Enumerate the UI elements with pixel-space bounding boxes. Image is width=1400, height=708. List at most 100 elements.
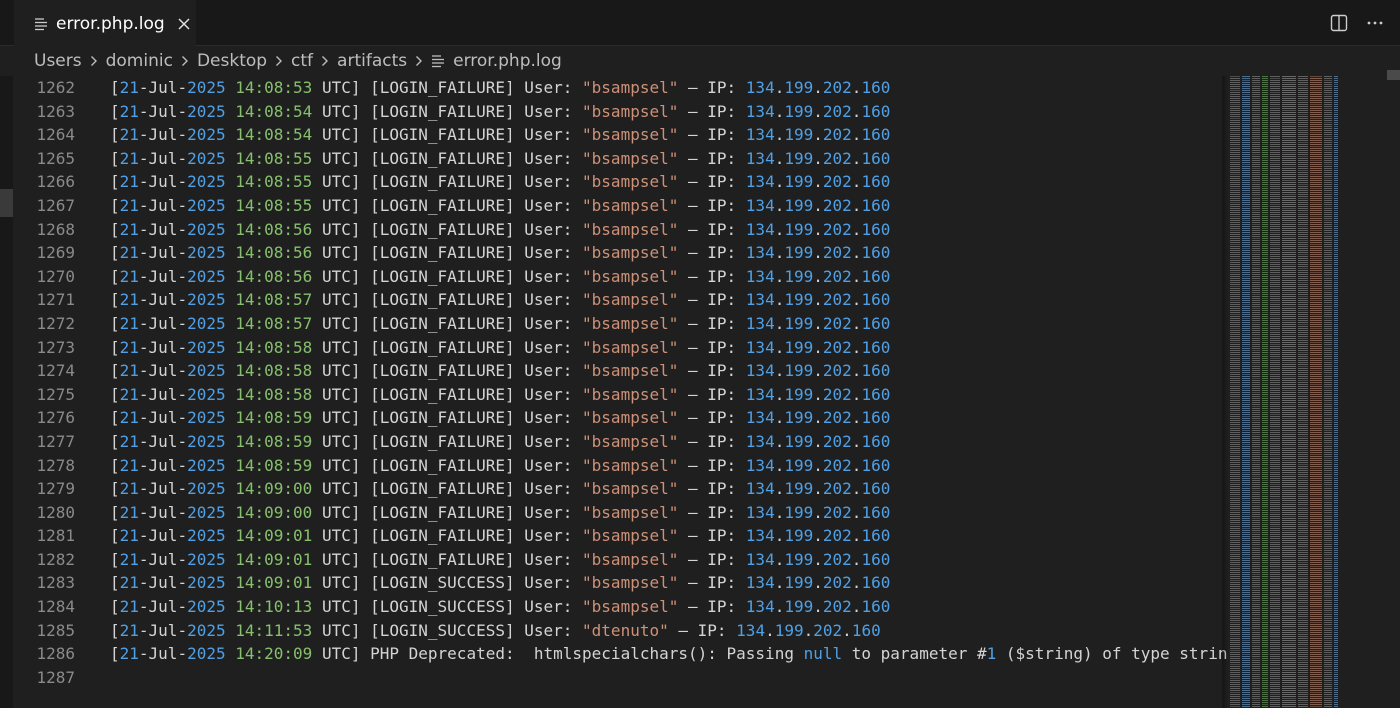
minimap-mark (1298, 204, 1308, 205)
minimap-mark (1324, 368, 1332, 369)
minimap-mark (1230, 538, 1240, 539)
ip-octet: 134 (745, 573, 775, 593)
minimap-mark (1310, 282, 1322, 283)
minimap-mark (1334, 182, 1338, 183)
minimap-mark (1298, 464, 1308, 465)
minimap-mark (1298, 114, 1308, 115)
minimap-mark (1242, 520, 1250, 521)
log-user: "bsampsel" (582, 266, 679, 286)
minimap-mark (1242, 288, 1250, 289)
minimap-mark (1262, 244, 1268, 245)
minimap-mark (1270, 306, 1280, 307)
minimap-mark (1230, 354, 1240, 355)
minimap-mark (1252, 620, 1260, 621)
more-actions-icon[interactable] (1366, 14, 1384, 32)
minimap-mark (1262, 358, 1268, 359)
minimap-mark (1262, 248, 1268, 249)
minimap-mark (1310, 672, 1322, 673)
minimap-mark (1282, 590, 1296, 591)
minimap-mark (1298, 224, 1308, 225)
minimap-mark (1324, 556, 1332, 557)
log-time: 14:08:56 (235, 243, 313, 263)
minimap-mark (1324, 664, 1332, 665)
ip-dot: . (813, 549, 823, 569)
minimap-mark (1324, 538, 1332, 539)
breadcrumb-item-users[interactable]: Users (34, 51, 82, 71)
minimap-mark (1310, 172, 1322, 173)
minimap-mark (1282, 600, 1296, 601)
code-lines[interactable]: [21-Jul-2025 14:08:53 UTC] [LOGIN_FAILUR… (110, 76, 1237, 689)
vertical-scrollbar[interactable] (1386, 76, 1400, 708)
minimap-mark (1262, 104, 1268, 105)
minimap-mark (1230, 666, 1240, 667)
minimap-mark (1252, 536, 1260, 537)
minimap-mark (1334, 406, 1338, 407)
minimap-mark (1270, 216, 1280, 217)
minimap-mark (1230, 262, 1240, 263)
minimap-mark (1310, 504, 1322, 505)
minimap-mark (1324, 274, 1332, 275)
minimap-mark (1230, 82, 1240, 83)
minimap-mark (1230, 500, 1240, 501)
minimap-mark (1282, 464, 1296, 465)
close-icon[interactable] (177, 17, 191, 31)
minimap-mark (1310, 578, 1322, 579)
minimap-mark (1270, 140, 1280, 141)
minimap-mark (1298, 426, 1308, 427)
minimap-mark (1242, 180, 1250, 181)
breadcrumb-item-ctf[interactable]: ctf (291, 51, 313, 71)
minimap-mark (1310, 372, 1322, 373)
ip-octet: 202 (822, 431, 852, 451)
minimap-mark (1310, 704, 1322, 705)
minimap-mark (1324, 356, 1332, 357)
minimap-mark (1230, 552, 1240, 553)
minimap-mark (1334, 154, 1338, 155)
log-time: 14:08:58 (235, 361, 313, 381)
minimap-mark (1334, 654, 1338, 655)
breadcrumb-item-desktop[interactable]: Desktop (197, 51, 267, 71)
minimap-mark (1310, 654, 1322, 655)
minimap-mark (1310, 556, 1322, 557)
minimap-mark (1334, 532, 1338, 533)
minimap-mark (1282, 412, 1296, 413)
minimap-mark (1282, 630, 1296, 631)
minimap-mark (1242, 634, 1250, 635)
minimap-mark (1334, 260, 1338, 261)
minimap-mark (1270, 96, 1280, 97)
minimap-mark (1298, 296, 1308, 297)
minimap-mark (1282, 110, 1296, 111)
breadcrumb-item-dominic[interactable]: dominic (106, 51, 173, 71)
ip-octet: 199 (784, 549, 814, 569)
minimap-mark (1242, 204, 1250, 205)
minimap-mark (1262, 416, 1268, 417)
editor-area[interactable]: 1262 1263 1264 1265 1266 1267 1268 1269 1270 1271… (0, 70, 1400, 708)
minimap-mark (1324, 592, 1332, 593)
minimap-mark (1262, 250, 1268, 251)
log-user: "dtenuto" (582, 620, 669, 640)
minimap-mark (1324, 652, 1332, 653)
tab-error-php-log[interactable]: error.php.log (14, 0, 196, 46)
minimap-mark (1230, 168, 1240, 169)
breadcrumb-item-file[interactable]: error.php.log (431, 51, 562, 71)
breadcrumb-item-artifacts[interactable]: artifacts (337, 51, 407, 71)
ip-octet: 160 (861, 78, 891, 97)
minimap-mark (1282, 194, 1296, 195)
minimap-mark (1242, 666, 1250, 667)
minimap-mark (1242, 252, 1250, 253)
minimap-mark (1334, 274, 1338, 275)
minimap-mark (1262, 676, 1268, 677)
ip-octet: 160 (861, 243, 891, 263)
minimap-mark (1262, 100, 1268, 101)
minimap-mark (1242, 342, 1250, 343)
minimap-mark (1270, 474, 1280, 475)
minimap-mark (1324, 148, 1332, 149)
scrollbar-thumb[interactable] (1387, 70, 1400, 80)
minimap-mark (1230, 670, 1240, 671)
minimap-mark (1242, 532, 1250, 533)
minimap-mark (1262, 124, 1268, 125)
minimap-mark (1252, 534, 1260, 535)
minimap[interactable] (1228, 76, 1400, 708)
minimap-mark (1298, 330, 1308, 331)
minimap-mark (1324, 262, 1332, 263)
split-editor-icon[interactable] (1330, 14, 1348, 32)
